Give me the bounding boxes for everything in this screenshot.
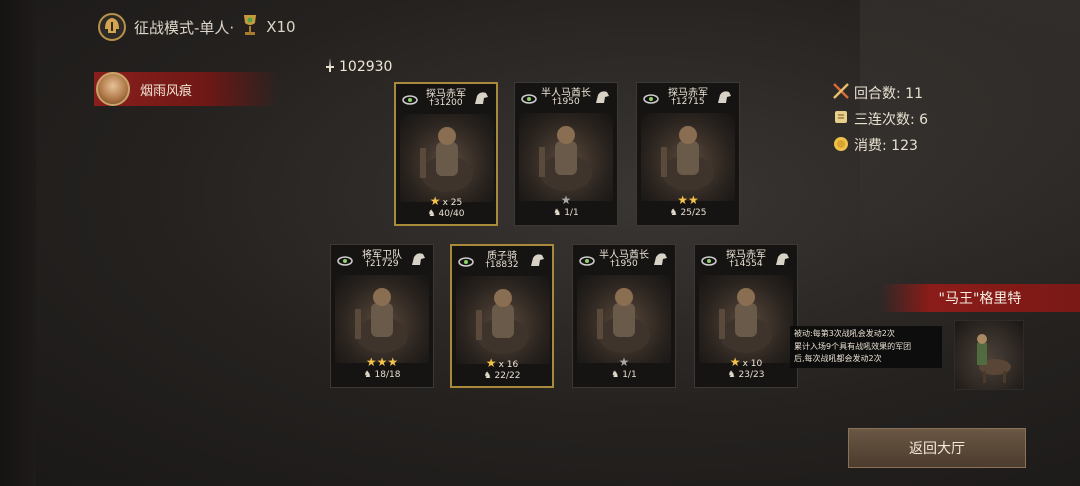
scroll-icon [832, 108, 850, 130]
star-icon: ★ [677, 193, 688, 207]
unit-troop-count: ♞ 18/18 [363, 370, 401, 380]
boss-tooltip-line: 被动:每第3次战吼会发动2次 [794, 329, 895, 338]
unit-star-rating: ★ x 10 [695, 355, 797, 369]
boss-portrait[interactable] [954, 320, 1024, 390]
total-power: 102930 [323, 57, 392, 77]
player-avatar [96, 72, 130, 106]
unit-portrait [641, 113, 735, 201]
stat-cost-text: 消费: 123 [854, 138, 918, 154]
unit-power: †12715 [671, 97, 705, 107]
boss-tooltip-line: 累计入场9个具有战吼效果的军团 [794, 341, 912, 351]
stat-rounds: 回合数: 11 [832, 80, 928, 106]
unit-card[interactable]: 探马赤军 †31200 ★ x 25 ♞ 40/40 [394, 82, 498, 226]
left-edge-strip [0, 0, 36, 486]
unit-troop-count: ♞ 1/1 [611, 370, 637, 380]
centaur-boss-icon [977, 334, 1011, 383]
unit-power: †1950 [552, 97, 580, 107]
mode-title: 征战模式-单人· [134, 18, 235, 37]
unit-troop-count: ♞ 40/40 [427, 209, 465, 219]
unit-star-rating: ★ x 16 [452, 356, 552, 370]
spartan-helmet-icon [96, 12, 128, 42]
star-empty-icon: ★ [618, 355, 630, 369]
unit-card[interactable]: 探马赤军 †14554 ★ x 10 ♞ 23/23 [694, 244, 798, 388]
unit-portrait [456, 276, 550, 364]
unit-card[interactable]: 半人马酋长 †1950 ★ ♞ 1/1 [514, 82, 618, 226]
unit-troop-count: ♞ 1/1 [553, 208, 579, 218]
unit-troop-count: ♞ 22/22 [483, 371, 521, 381]
unit-portrait [577, 275, 671, 363]
star-multiplier: x 16 [498, 360, 519, 370]
star-icon: ★ [365, 355, 377, 369]
unit-power: †14554 [729, 259, 763, 269]
stat-triple-combo-text: 三连次数: 6 [854, 112, 929, 128]
star-icon: ★ [376, 355, 388, 369]
unit-power: †1950 [610, 259, 638, 269]
sword-power-icon [323, 57, 337, 77]
star-icon: ★ [387, 355, 399, 369]
mode-header: 征战模式-单人· X10 [96, 12, 296, 42]
unit-star-rating: ★ x 25 [396, 194, 496, 208]
trophy-icon [240, 12, 260, 42]
unit-card[interactable]: 探马赤军 †12715 ★★ ♞ 25/25 [636, 82, 740, 226]
player-name: 烟雨风痕 [140, 83, 193, 99]
boss-skill-tooltip: 被动:每第3次战吼会发动2次 累计入场9个具有战吼效果的军团 后,每次战吼都会发… [790, 326, 942, 368]
unit-power: †21729 [365, 259, 399, 269]
star-multiplier: x 25 [442, 198, 463, 208]
stat-rounds-text: 回合数: 11 [854, 86, 923, 102]
unit-portrait [519, 113, 613, 201]
star-icon: ★ [688, 193, 699, 207]
unit-star-rating: ★ [515, 193, 617, 207]
unit-troop-count: ♞ 25/25 [669, 208, 707, 218]
unit-card[interactable]: 将军卫队 †21729 ★★★ ♞ 18/18 [330, 244, 434, 388]
unit-card[interactable]: 半人马酋长 †1950 ★ ♞ 1/1 [572, 244, 676, 388]
star-icon: ★ [429, 194, 441, 208]
crossed-swords-icon [832, 82, 850, 104]
star-icon: ★ [485, 356, 497, 370]
unit-power: †18832 [485, 260, 519, 270]
reward-multiplier: X10 [266, 18, 296, 36]
player-tab[interactable]: 烟雨风痕 [94, 72, 280, 106]
unit-portrait [335, 275, 429, 363]
background-glare [860, 0, 1080, 486]
unit-troop-count: ♞ 23/23 [727, 370, 765, 380]
unit-portrait [400, 114, 494, 202]
stat-cost: 消费: 123 [832, 132, 928, 158]
unit-power: †31200 [429, 98, 463, 108]
unit-star-rating: ★ [573, 355, 675, 369]
stat-triple-combo: 三连次数: 6 [832, 106, 928, 132]
unit-card[interactable]: 质子骑 †18832 ★ x 16 ♞ 22/22 [450, 244, 554, 388]
star-empty-icon: ★ [560, 193, 572, 207]
boss-name: "马王"格里特 [938, 291, 1022, 307]
unit-portrait [699, 275, 793, 363]
total-power-value: 102930 [339, 59, 393, 75]
battle-stats: 回合数: 11 三连次数: 6 消费: 123 [832, 80, 928, 158]
return-lobby-button[interactable]: 返回大厅 [848, 428, 1026, 468]
star-icon: ★ [729, 355, 741, 369]
unit-star-rating: ★★ [637, 193, 739, 207]
star-multiplier: x 10 [742, 359, 763, 369]
gold-coin-icon [832, 134, 850, 156]
unit-star-rating: ★★★ [331, 355, 433, 369]
boss-tooltip-line: 后,每次战吼都会发动2次 [794, 354, 882, 363]
boss-banner: "马王"格里特 [880, 284, 1080, 312]
